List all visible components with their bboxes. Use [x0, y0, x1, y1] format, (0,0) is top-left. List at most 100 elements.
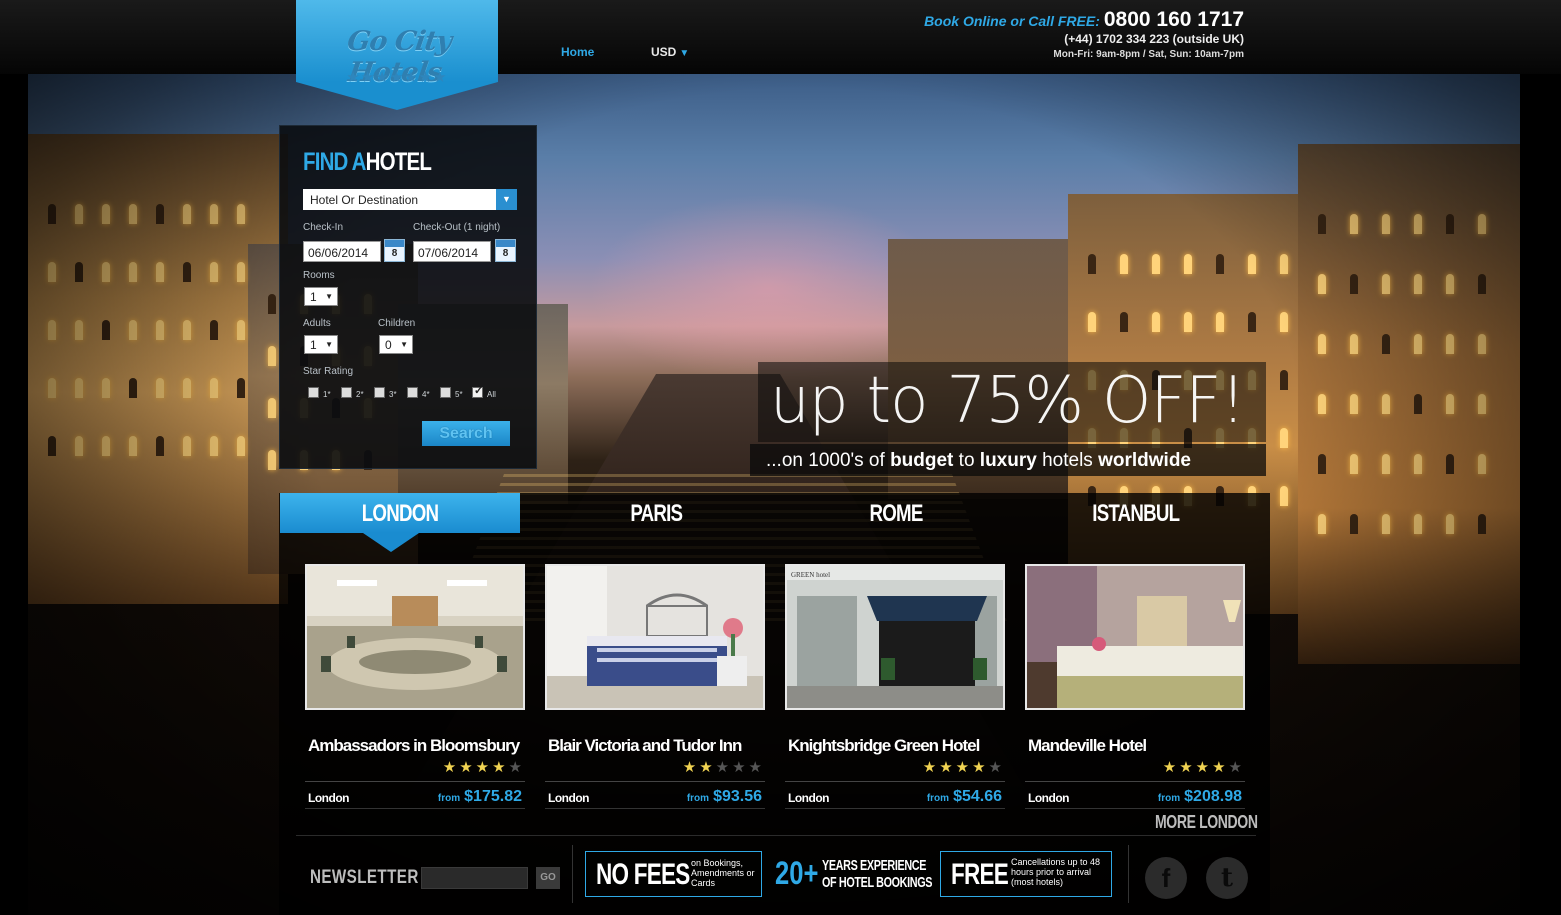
promo-subline: ...on 1000's of budget to luxury hotels …: [750, 444, 1266, 476]
divider: [305, 781, 525, 782]
children-select[interactable]: 0 ▼: [379, 335, 413, 354]
divider: [785, 781, 1005, 782]
logo-stars-icon: ★★★★★★★: [346, 69, 448, 86]
star-1-checkbox[interactable]: [308, 387, 319, 398]
price-value: $175.82: [464, 788, 522, 805]
twitter-icon[interactable]: t: [1206, 857, 1248, 899]
title-hotel: HOTEL: [365, 148, 432, 176]
facebook-icon[interactable]: f: [1145, 857, 1187, 899]
star-rating-label: Star Rating: [303, 366, 354, 377]
star-filled-icon: ★: [459, 759, 476, 776]
nav-home-link[interactable]: Home: [561, 45, 594, 59]
contact-info: Book Online or Call FREE: 0800 160 1717 (…: [824, 8, 1244, 60]
star-filled-icon: ★: [939, 759, 956, 776]
currency-value: USD: [651, 45, 677, 59]
promo-banner: up to 75% OFF!: [758, 362, 1266, 442]
divider: [545, 808, 765, 809]
logo[interactable]: Go City Hotels ★★★★★★★: [296, 0, 498, 110]
hotel-name[interactable]: Knightsbridge Green Hotel: [788, 736, 980, 756]
star-all-label: All: [487, 390, 496, 399]
promo-budget: budget: [890, 450, 954, 471]
no-fees-text: on Bookings, Amendments or Cards: [691, 858, 755, 888]
calendar-icon[interactable]: 8: [495, 239, 516, 262]
star-empty-icon: ★: [748, 759, 765, 776]
promo-luxury: luxury: [979, 450, 1037, 471]
chevron-down-icon: ▼: [325, 340, 333, 349]
star-filled-icon: ★: [442, 759, 460, 776]
hotel-city: London: [308, 791, 349, 805]
hotel-photo-bedroom[interactable]: [545, 564, 765, 710]
chevron-down-icon: ▼: [325, 292, 333, 301]
years-number: 20+: [775, 855, 819, 891]
star-filled-icon: ★: [1195, 759, 1213, 776]
price-from: from: [1157, 793, 1181, 804]
search-button[interactable]: Search: [422, 421, 510, 446]
tab-label: ISTANBUL: [1092, 500, 1180, 527]
checkin-label: Check-In: [303, 222, 344, 233]
star-all-checkbox[interactable]: [472, 384, 483, 398]
newsletter-go-button[interactable]: GO: [536, 867, 560, 889]
calendar-icon[interactable]: 8: [384, 239, 405, 262]
star-filled-icon: ★: [682, 759, 700, 776]
star-filled-icon: ★: [699, 759, 716, 776]
hotel-price: from $175.82: [438, 788, 522, 806]
checkout-date-field[interactable]: 07/06/2014: [413, 241, 491, 262]
hotel-photo-room[interactable]: [1025, 564, 1245, 710]
intl-phone: (+44) 1702 334 223 (outside UK): [1064, 32, 1244, 46]
destination-select[interactable]: Hotel Or Destination ▼: [303, 189, 517, 210]
star-rating: ★★★★★: [683, 758, 765, 776]
children-value: 0: [385, 338, 392, 352]
adults-select[interactable]: 1 ▼: [304, 335, 338, 354]
star-3-checkbox[interactable]: [374, 387, 385, 398]
star-2-checkbox[interactable]: [341, 387, 352, 398]
adults-value: 1: [310, 338, 317, 352]
star-filled-icon: ★: [1212, 759, 1229, 776]
newsletter-email-input[interactable]: [421, 867, 528, 889]
chevron-down-icon: ▼: [496, 189, 517, 210]
promo-worldwide: worldwide: [1098, 450, 1191, 471]
tab-label: ROME: [869, 500, 923, 527]
star-4-label: 4*: [422, 390, 430, 399]
star-empty-icon: ★: [732, 759, 749, 776]
hotel-name[interactable]: Ambassadors in Bloomsbury: [308, 736, 520, 756]
checkin-date-field[interactable]: 06/06/2014: [303, 241, 381, 262]
divider: [545, 781, 765, 782]
tab-london[interactable]: LONDON: [280, 493, 520, 533]
free-text: Cancellations up to 48 hours prior to ar…: [1011, 857, 1101, 887]
divider: [1025, 808, 1245, 809]
more-london-link[interactable]: MORE LONDON: [1155, 812, 1258, 833]
hotel-price: from $54.66: [927, 788, 1002, 806]
contact-line: Book Online or Call FREE: 0800 160 1717: [824, 8, 1244, 32]
rooms-select[interactable]: 1 ▼: [304, 287, 338, 306]
price-from: from: [686, 793, 710, 804]
star-2-label: 2*: [356, 390, 364, 399]
star-empty-icon: ★: [715, 759, 733, 776]
promo-sub-mid: to: [953, 450, 980, 471]
hotel-city: London: [1028, 791, 1069, 805]
checkout-label: Check-Out (1 night): [413, 222, 501, 233]
adults-label: Adults: [303, 318, 331, 329]
divider: [572, 845, 573, 903]
hotel-photo-conference-room[interactable]: [305, 564, 525, 710]
hotel-name[interactable]: Blair Victoria and Tudor Inn: [548, 736, 742, 756]
currency-dropdown[interactable]: USD ▼: [651, 45, 689, 59]
hotel-photo-facade[interactable]: GREEN hotel: [785, 564, 1005, 710]
children-label: Children: [378, 318, 416, 329]
phone-number[interactable]: 0800 160 1717: [1104, 8, 1244, 31]
star-filled-icon: ★: [492, 759, 509, 776]
star-4-checkbox[interactable]: [407, 387, 418, 398]
top-bar: Home USD ▼ Book Online or Call FREE: 0800 …: [0, 0, 1561, 74]
hotel-city: London: [788, 791, 829, 805]
tab-istanbul[interactable]: ISTANBUL: [1016, 493, 1256, 533]
hotel-name[interactable]: Mandeville Hotel: [1028, 736, 1147, 756]
tab-paris[interactable]: PARIS: [536, 493, 776, 533]
tab-rome[interactable]: ROME: [776, 493, 1016, 533]
star-empty-icon: ★: [988, 759, 1005, 776]
tab-label: PARIS: [630, 500, 683, 527]
star-filled-icon: ★: [955, 759, 973, 776]
hotel-city: London: [548, 791, 589, 805]
rooms-label: Rooms: [303, 270, 335, 281]
star-5-checkbox[interactable]: [440, 387, 451, 398]
years-experience-badge: 20+ YEARS EXPERIENCE OF HOTEL BOOKINGS: [775, 853, 935, 897]
calendar-day: 8: [391, 248, 398, 259]
